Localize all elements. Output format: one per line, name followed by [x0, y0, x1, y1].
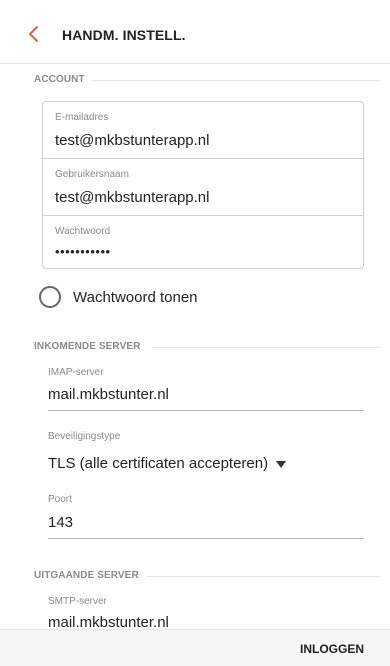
security-type-label: Beveiligingstype — [48, 431, 121, 442]
section-title-account: ACCOUNT — [34, 74, 85, 85]
username-row[interactable]: Gebruikersnaam test@mkbstunterapp.nl — [43, 159, 363, 215]
email-label: E-mailadres — [55, 112, 109, 123]
back-button[interactable] — [22, 22, 46, 46]
imap-server-underline — [48, 410, 364, 411]
section-divider — [147, 576, 380, 577]
header-bar: HANDM. INSTELL. — [0, 0, 390, 64]
page-title: HANDM. INSTELL. — [62, 27, 186, 43]
section-divider — [152, 347, 380, 348]
account-fields-box: E-mailadres test@mkbstunterapp.nl Gebrui… — [42, 101, 364, 269]
dropdown-arrow-icon — [276, 460, 287, 468]
username-field[interactable]: test@mkbstunterapp.nl — [55, 189, 209, 206]
security-type-value: TLS (alle certificaten accepteren) — [48, 455, 269, 472]
email-row[interactable]: E-mailadres test@mkbstunterapp.nl — [43, 102, 363, 158]
password-field[interactable]: ••••••••••• — [55, 244, 111, 259]
section-title-outgoing: UITGAANDE SERVER — [34, 570, 139, 581]
show-password-label: Wachtwoord tonen — [73, 289, 198, 306]
password-row[interactable]: Wachtwoord ••••••••••• — [43, 216, 363, 270]
imap-server-field[interactable]: mail.mkbstunter.nl — [48, 386, 169, 403]
section-divider — [92, 80, 380, 81]
port-field[interactable]: 143 — [48, 514, 73, 531]
chevron-left-icon — [29, 26, 38, 42]
username-label: Gebruikersnaam — [55, 169, 129, 180]
email-field[interactable]: test@mkbstunterapp.nl — [55, 132, 209, 149]
smtp-server-label: SMTP-server — [48, 596, 107, 607]
port-underline — [48, 538, 364, 539]
imap-server-label: IMAP-server — [48, 367, 104, 378]
login-button[interactable]: INLOGGEN — [300, 642, 364, 656]
password-label: Wachtwoord — [55, 226, 111, 237]
section-title-incoming: INKOMENDE SERVER — [34, 341, 141, 352]
show-password-radio[interactable] — [39, 286, 61, 308]
footer-bar: INLOGGEN — [0, 629, 390, 666]
security-type-dropdown[interactable]: TLS (alle certificaten accepteren) — [48, 455, 287, 472]
port-label: Poort — [48, 494, 72, 505]
